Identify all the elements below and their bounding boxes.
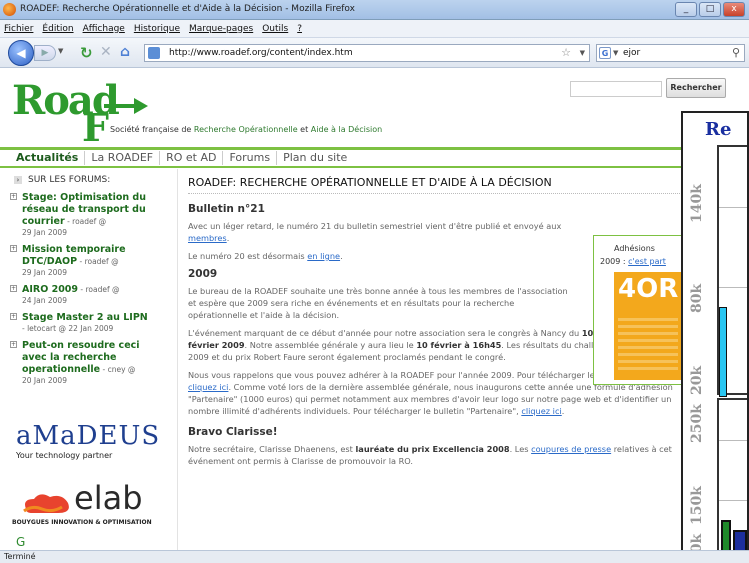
site-favicon-icon [148,47,160,59]
menu-historique[interactable]: Historique [134,24,180,34]
web-page: Road F Société française de Recherche Op… [0,69,749,550]
google-icon[interactable]: G [599,47,611,59]
coupures-de-presse-link[interactable]: coupures de presse [531,444,611,454]
overlay-bar-cyan [719,307,727,397]
main-content: ROADEF: RECHERCHE OPÉRATIONNELLE ET D'AI… [177,169,707,550]
cliquez-ici-link-2[interactable]: cliquez ici [521,406,561,416]
overlay-tick: 140k [689,184,705,223]
cliquez-ici-link-1[interactable]: cliquez ici [188,382,228,392]
elab-text: elab [74,479,143,517]
tab-actualites[interactable]: Actualités [14,151,86,165]
arrow-left-icon: ◀ [16,46,26,60]
bulletin-heading: Bulletin n°21 [188,203,265,215]
logo-arrow-icon [104,98,148,114]
site-search-button[interactable]: Rechercher [666,78,726,98]
adhesion-box: Adhésions 2009 : c'est part 4OR [593,235,690,385]
forum-item[interactable]: + Stage: Optimisation du réseau de trans… [8,192,164,238]
site-tagline: Société française de Recherche Opération… [110,125,383,134]
menu-affichage[interactable]: Affichage [83,24,125,34]
forums-header: › SUR LES FORUMS: [8,175,164,185]
search-bar[interactable]: G ▼ ejor ⚲ [596,44,745,62]
url-text[interactable]: http://www.roadef.org/content/index.htm [169,48,353,58]
en-ligne-link[interactable]: en ligne [307,251,340,261]
chevron-down-icon: ▼ [58,47,64,55]
overlay-tick: 150k [689,486,705,525]
window-title: ROADEF: Recherche Opérationnelle et d'Ai… [20,4,355,14]
home-button[interactable]: ⌂ [120,44,130,60]
elab-blob-icon [23,494,69,513]
navigation-toolbar: ◀ ▶ ▼ ↻ ✕ ⌂ http://www.roadef.org/conten… [0,38,749,68]
elab-tagline: BOUYGUES INNOVATION & OPTIMISATION [12,519,152,526]
bookmark-star-icon[interactable]: ☆ [561,46,571,59]
menu-fichier[interactable]: Fichier [4,24,33,34]
search-input[interactable]: ejor [623,48,640,58]
forum-item[interactable]: + Peut-on resoudre ceci avec la recherch… [8,340,164,386]
amadeus-logo[interactable]: aMaDEUS [16,421,160,451]
menu-outils[interactable]: Outils [262,24,288,34]
firefox-icon [3,3,16,16]
4or-journal-cover[interactable]: 4OR [614,272,690,380]
forum-item[interactable]: + Stage Master 2 au LIPN - letocart @ 22… [8,312,164,334]
search-icon[interactable]: ⚲ [732,46,740,59]
maximize-button[interactable]: □ [699,2,721,17]
bulletin-paragraph-1: Avec un léger retard, le numéro 21 du bu… [188,221,562,243]
bravo-paragraph: Notre secrétaire, Clarisse Dhaenens, est… [188,444,672,466]
plus-box-icon: + [10,245,17,252]
roadef-logo[interactable]: Road F [8,75,158,151]
site-nav-tabs: Actualités La ROADEF RO et AD Forums Pla… [0,150,749,168]
tab-ro-et-ad[interactable]: RO et AD [160,151,224,165]
minimize-button[interactable]: _ [675,2,697,17]
back-button[interactable]: ◀ [8,40,34,66]
year-paragraph-1: Le bureau de la ROADEF souhaite une très… [188,286,568,320]
url-dropdown-icon[interactable]: ▼ [580,49,585,57]
tab-la-roadef[interactable]: La ROADEF [85,151,161,165]
forward-button[interactable]: ▶ [34,45,56,61]
amadeus-tagline: Your technology partner [16,451,113,460]
overlay-tick: 20k [689,365,705,395]
history-dropdown[interactable]: ▼ [58,47,63,55]
overlay-tick: 80k [689,283,705,313]
reload-icon: ↻ [80,44,93,62]
plus-box-icon: + [10,341,17,348]
overlay-heading: Re [705,119,732,140]
elab-logo[interactable]: elab [22,479,162,517]
plus-box-icon: + [10,285,17,292]
adhesion-box-line: 2009 : c'est part [600,257,666,266]
bravo-heading: Bravo Clarisse! [188,426,278,438]
forum-item[interactable]: + AIRO 2009 - roadef @ 24 Jan 2009 [8,284,164,306]
arrow-right-icon: ▶ [41,48,49,58]
tab-forums[interactable]: Forums [223,151,278,165]
overlay-tick: 250k [689,404,705,443]
tab-plan-du-site[interactable]: Plan du site [277,151,353,165]
page-title: ROADEF: RECHERCHE OPÉRATIONNELLE ET D'AI… [188,176,688,194]
adhesion-box-title: Adhésions [614,244,655,253]
menu-edition[interactable]: Édition [42,24,73,34]
chevron-right-icon: › [14,176,22,184]
search-engine-dropdown-icon[interactable]: ▼ [613,49,618,57]
status-bar: Terminé [0,550,749,563]
site-search-input[interactable] [570,81,662,97]
partial-sponsor-logo: G [16,535,26,549]
window-titlebar: ROADEF: Recherche Opérationnelle et d'Ai… [0,0,749,20]
overlay-plot-bottom [717,398,747,563]
menu-marque-pages[interactable]: Marque-pages [189,24,253,34]
stop-button[interactable]: ✕ [100,44,112,60]
reload-button[interactable]: ↻ [80,44,93,62]
menu-aide[interactable]: ? [297,24,302,34]
membres-link[interactable]: membres [188,233,227,243]
plus-box-icon: + [10,193,17,200]
menu-bar: Fichier Édition Affichage Historique Mar… [0,20,749,38]
overlapping-chart-window: Re 140k 80k 20k 250k 150k 50k [681,111,749,563]
url-bar[interactable]: http://www.roadef.org/content/index.htm … [144,44,590,62]
year-paragraph-2: L'événement marquant de ce début d'année… [188,328,622,362]
close-button[interactable]: x [723,2,745,17]
stop-icon: ✕ [100,44,112,60]
overlay-plot-top [717,145,747,397]
home-icon: ⌂ [120,44,131,60]
forum-item[interactable]: + Mission temporaire DTC/DAOP - roadef @… [8,244,164,278]
adhesion-box-link[interactable]: c'est part [628,257,666,266]
plus-box-icon: + [10,313,17,320]
forums-sidebar: › SUR LES FORUMS: + Stage: Optimisation d… [8,175,164,392]
